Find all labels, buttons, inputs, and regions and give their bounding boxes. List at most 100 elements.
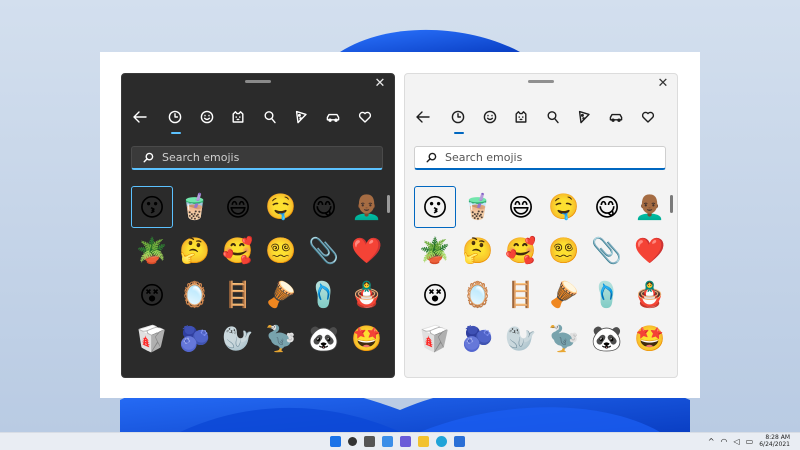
tab-symbols[interactable] xyxy=(354,106,375,128)
emoji-cell[interactable]: 😵‍💫 xyxy=(543,230,585,272)
scrollbar-thumb[interactable] xyxy=(670,195,673,213)
volume-icon[interactable]: ◁ xyxy=(734,436,740,448)
car-icon xyxy=(326,113,340,122)
tab-travel[interactable] xyxy=(606,106,627,128)
cat-face-icon xyxy=(232,111,244,123)
emoji-cell[interactable]: 🪜 xyxy=(500,274,542,316)
emoji-cell[interactable]: 🫐 xyxy=(457,318,499,360)
emoji-cell[interactable]: 🤩 xyxy=(346,318,388,360)
smiley-icon xyxy=(483,110,496,124)
edge-icon[interactable] xyxy=(436,436,447,447)
scrollbar-thumb[interactable] xyxy=(387,195,390,213)
windows-start-icon[interactable] xyxy=(330,436,341,447)
task-view-icon[interactable] xyxy=(364,436,375,447)
heart-icon xyxy=(641,111,654,123)
emoji-cell[interactable]: 👨🏾‍🦲 xyxy=(346,186,388,228)
emoji-cell[interactable]: 📎 xyxy=(303,230,345,272)
emoji-cell[interactable]: 🪴 xyxy=(414,230,456,272)
tab-travel[interactable] xyxy=(323,106,344,128)
tab-symbols[interactable] xyxy=(637,106,658,128)
store-icon[interactable] xyxy=(454,436,465,447)
emoji-cell[interactable]: 😗 xyxy=(131,186,173,228)
emoji-cell[interactable]: 🦤 xyxy=(543,318,585,360)
emoji-cell[interactable]: 😵 xyxy=(131,274,173,316)
emoji-cell[interactable]: 🪜 xyxy=(217,274,259,316)
tab-recent[interactable] xyxy=(448,106,469,134)
search-box[interactable] xyxy=(131,146,383,170)
emoji-cell[interactable]: 😄 xyxy=(217,186,259,228)
emoji-cell[interactable]: 🪆 xyxy=(346,274,388,316)
emoji-cell[interactable]: 🪘 xyxy=(260,274,302,316)
emoji-cell[interactable]: 😋 xyxy=(303,186,345,228)
clock[interactable]: 8:28 AM 6/24/2021 xyxy=(759,434,790,448)
emoji-cell[interactable]: 🪘 xyxy=(543,274,585,316)
emoji-cell[interactable]: 🦭 xyxy=(500,318,542,360)
emoji-cell[interactable]: 🥰 xyxy=(500,230,542,272)
emoji-cell[interactable]: 😵‍💫 xyxy=(260,230,302,272)
back-arrow-icon xyxy=(416,111,431,123)
tab-places[interactable] xyxy=(543,106,564,128)
taskbar: ^ ◠ ◁ ▭ 8:28 AM 6/24/2021 xyxy=(0,432,800,450)
emoji-cell[interactable]: 🦭 xyxy=(217,318,259,360)
system-tray: ^ ◠ ◁ ▭ 8:28 AM 6/24/2021 xyxy=(708,434,790,448)
emoji-cell[interactable]: 🪞 xyxy=(174,274,216,316)
emoji-cell[interactable]: 📎 xyxy=(586,230,628,272)
emoji-cell[interactable]: 😵 xyxy=(414,274,456,316)
emoji-cell[interactable]: 🪆 xyxy=(629,274,671,316)
emoji-cell[interactable]: 😋 xyxy=(586,186,628,228)
emoji-cell[interactable]: 🪴 xyxy=(131,230,173,272)
chat-icon[interactable] xyxy=(400,436,411,447)
pizza-icon xyxy=(296,110,308,124)
emoji-cell[interactable]: 🐼 xyxy=(303,318,345,360)
emoji-cell[interactable]: 🫐 xyxy=(174,318,216,360)
tab-smileys[interactable] xyxy=(196,106,217,128)
back-button[interactable] xyxy=(130,106,151,128)
tab-places[interactable] xyxy=(260,106,281,128)
tab-food[interactable] xyxy=(291,106,312,128)
emoji-cell[interactable]: 👨🏾‍🦲 xyxy=(629,186,671,228)
search-input[interactable] xyxy=(162,151,362,164)
chevron-up-icon[interactable]: ^ xyxy=(708,436,715,448)
tab-animals[interactable] xyxy=(511,106,532,128)
emoji-cell[interactable]: 🤤 xyxy=(260,186,302,228)
back-button[interactable] xyxy=(413,106,434,128)
emoji-panel-light: ✕ 😗 🧋 😄 🤤 xyxy=(404,73,678,378)
emoji-cell[interactable]: 🧋 xyxy=(174,186,216,228)
close-button[interactable]: ✕ xyxy=(372,76,388,92)
tab-animals[interactable] xyxy=(228,106,249,128)
search-box[interactable] xyxy=(414,146,666,170)
emoji-cell[interactable]: 🩴 xyxy=(586,274,628,316)
tab-food[interactable] xyxy=(574,106,595,128)
close-button[interactable]: ✕ xyxy=(655,76,671,92)
taskbar-apps xyxy=(330,436,465,447)
emoji-cell[interactable]: 🥡 xyxy=(414,318,456,360)
emoji-cell[interactable]: ❤️ xyxy=(629,230,671,272)
wifi-icon[interactable]: ◠ xyxy=(721,436,728,448)
clock-date: 6/24/2021 xyxy=(759,440,790,448)
emoji-cell[interactable]: 😗 xyxy=(414,186,456,228)
search-icon[interactable] xyxy=(348,437,357,446)
tab-recent[interactable] xyxy=(165,106,186,134)
battery-icon[interactable]: ▭ xyxy=(746,436,754,448)
emoji-cell[interactable]: 🤔 xyxy=(457,230,499,272)
emoji-cell[interactable]: 🐼 xyxy=(586,318,628,360)
emoji-cell[interactable]: 🥰 xyxy=(217,230,259,272)
pin-icon xyxy=(547,111,559,124)
file-explorer-icon[interactable] xyxy=(418,436,429,447)
emoji-cell[interactable]: 🪞 xyxy=(457,274,499,316)
search-input[interactable] xyxy=(445,151,645,164)
emoji-cell[interactable]: 🥡 xyxy=(131,318,173,360)
smiley-icon xyxy=(200,110,213,124)
emoji-cell[interactable]: 🤩 xyxy=(629,318,671,360)
emoji-cell[interactable]: 🧋 xyxy=(457,186,499,228)
drag-grip-handle[interactable] xyxy=(245,80,271,83)
emoji-cell[interactable]: 🤔 xyxy=(174,230,216,272)
emoji-cell[interactable]: 🤤 xyxy=(543,186,585,228)
emoji-cell[interactable]: ❤️ xyxy=(346,230,388,272)
emoji-cell[interactable]: 😄 xyxy=(500,186,542,228)
emoji-cell[interactable]: 🦤 xyxy=(260,318,302,360)
tab-smileys[interactable] xyxy=(479,106,500,128)
emoji-cell[interactable]: 🩴 xyxy=(303,274,345,316)
drag-grip-handle[interactable] xyxy=(528,80,554,83)
widgets-icon[interactable] xyxy=(382,436,393,447)
